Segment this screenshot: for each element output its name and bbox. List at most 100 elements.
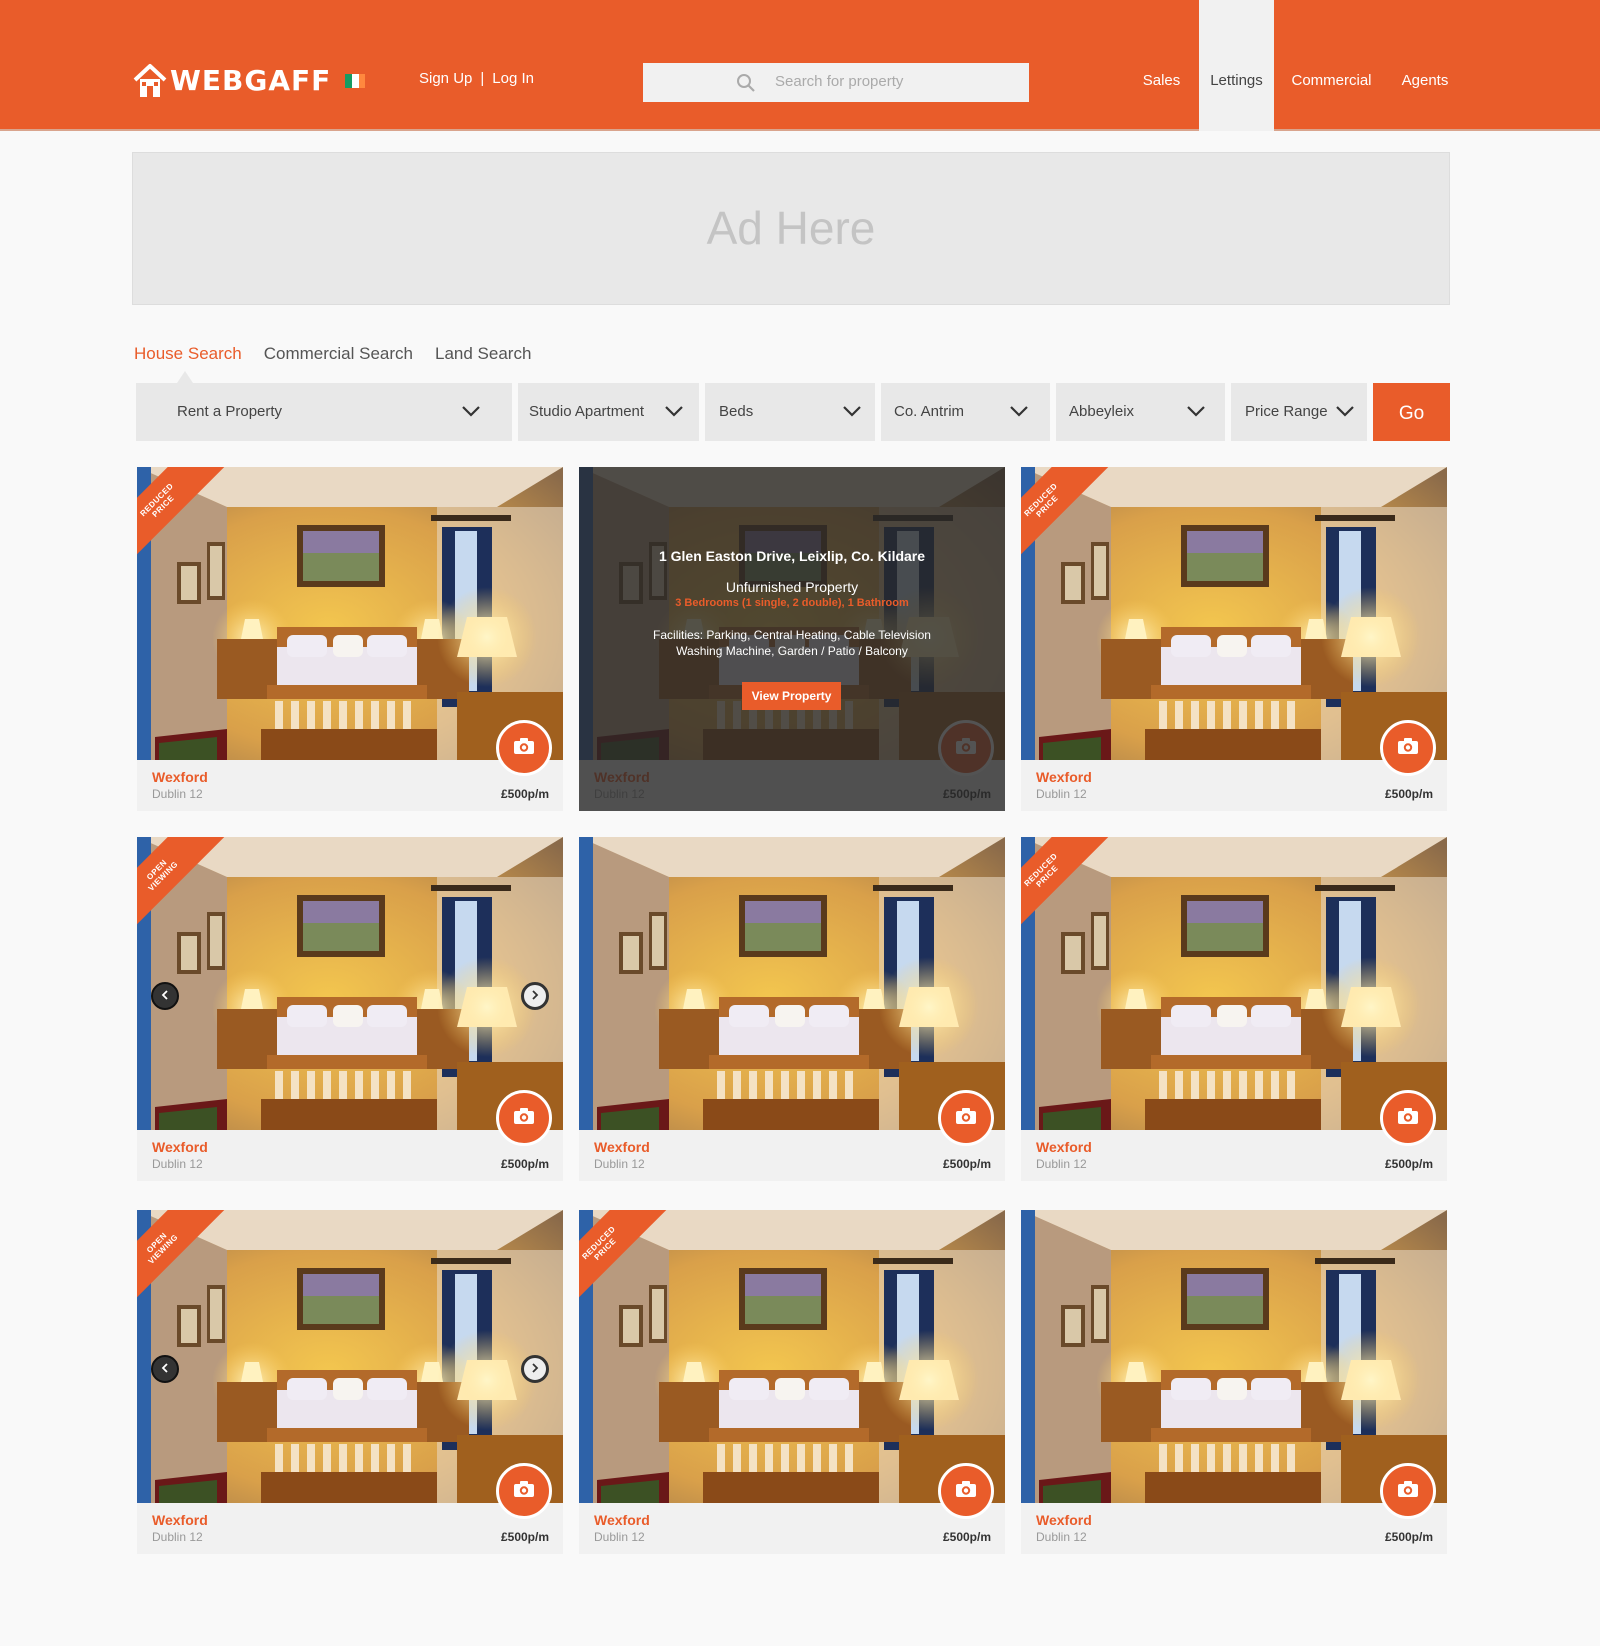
listing-town[interactable]: Wexford xyxy=(152,1512,208,1528)
chevron-down-icon xyxy=(1187,404,1205,417)
mode-value: Rent a Property xyxy=(177,403,283,420)
price-select[interactable]: Price Range xyxy=(1231,383,1367,441)
gallery-button[interactable] xyxy=(496,720,552,776)
listing-photo[interactable] xyxy=(1021,1210,1447,1503)
logo[interactable]: WEBGAFF xyxy=(132,62,366,100)
listing-photo[interactable] xyxy=(137,1210,563,1503)
camera-icon xyxy=(513,737,535,760)
mode-select[interactable]: Rent a Property xyxy=(136,383,512,441)
house-icon xyxy=(132,62,168,100)
listing-town[interactable]: Wexford xyxy=(1036,769,1092,785)
listing-town[interactable]: Wexford xyxy=(152,1139,208,1155)
listing-photo[interactable] xyxy=(137,467,563,760)
gallery-button[interactable] xyxy=(1380,1090,1436,1146)
tab-house-search[interactable]: House Search xyxy=(134,344,242,364)
listing-card[interactable]: REDUCED PRICE Wexford Dublin 12 £500p/m xyxy=(1021,467,1447,811)
listing-photo[interactable] xyxy=(579,1210,1005,1503)
listing-price: £500p/m xyxy=(500,1530,549,1544)
gallery-button[interactable] xyxy=(1380,720,1436,776)
hover-facilities-2: Washing Machine, Garden / Patio / Balcon… xyxy=(676,644,908,658)
chevron-down-icon xyxy=(665,404,683,417)
listing-card[interactable]: Wexford Dublin 12 £500p/m 1 Glen Easton … xyxy=(579,467,1005,811)
chevron-right-icon xyxy=(530,1360,540,1378)
county-value: Co. Antrim xyxy=(894,403,965,420)
beds-select[interactable]: Beds xyxy=(705,383,875,441)
prev-photo-button[interactable] xyxy=(151,1355,179,1383)
chevron-down-icon xyxy=(1336,404,1354,417)
next-photo-button[interactable] xyxy=(521,982,549,1010)
search-tabs: House Search Commercial Search Land Sear… xyxy=(134,344,531,364)
search-icon xyxy=(736,73,756,93)
nav-agents[interactable]: Agents xyxy=(1392,0,1458,131)
listing-town[interactable]: Wexford xyxy=(152,769,208,785)
county-select[interactable]: Co. Antrim xyxy=(881,383,1050,441)
go-button[interactable]: Go xyxy=(1373,383,1450,441)
property-type-value: Studio Apartment xyxy=(529,403,645,420)
tab-land-search[interactable]: Land Search xyxy=(435,344,531,364)
listing-area: Dublin 12 xyxy=(1036,1530,1087,1544)
property-type-select[interactable]: Studio Apartment xyxy=(518,383,699,441)
listing-price: £500p/m xyxy=(500,1157,549,1171)
camera-icon xyxy=(1397,1107,1419,1130)
listing-town[interactable]: Wexford xyxy=(1036,1512,1092,1528)
listing-price: £500p/m xyxy=(500,787,549,801)
listing-price: £500p/m xyxy=(1384,1157,1433,1171)
gallery-button[interactable] xyxy=(938,1090,994,1146)
flag-stripe-white xyxy=(351,74,359,88)
prev-photo-button[interactable] xyxy=(151,982,179,1010)
hover-address: 1 Glen Easton Drive, Leixlip, Co. Kildar… xyxy=(658,548,926,564)
listing-area: Dublin 12 xyxy=(152,1530,203,1544)
bedroom-photo xyxy=(1021,837,1447,1130)
chevron-left-icon xyxy=(160,987,170,1005)
beds-value: Beds xyxy=(719,403,754,420)
listing-card[interactable]: Wexford Dublin 12 £500p/m xyxy=(1021,1210,1447,1554)
listing-info: Wexford Dublin 12 £500p/m xyxy=(137,760,563,811)
listing-town[interactable]: Wexford xyxy=(1036,1139,1092,1155)
view-property-button[interactable]: View Property xyxy=(742,682,841,710)
bedroom-photo xyxy=(137,467,563,760)
bedroom-photo xyxy=(1021,1210,1447,1503)
listing-photo[interactable] xyxy=(1021,837,1447,1130)
next-photo-button[interactable] xyxy=(521,1355,549,1383)
listing-price: £500p/m xyxy=(1384,787,1433,801)
listing-card[interactable]: REDUCED PRICE Wexford Dublin 12 £500p/m xyxy=(137,467,563,811)
bedroom-photo xyxy=(137,837,563,1130)
listing-town[interactable]: Wexford xyxy=(594,1512,650,1528)
listing-card[interactable]: Wexford Dublin 12 £500p/m xyxy=(579,837,1005,1181)
gallery-button[interactable] xyxy=(496,1090,552,1146)
nav-sales[interactable]: Sales xyxy=(1134,0,1189,131)
listing-area: Dublin 12 xyxy=(1036,1157,1087,1171)
camera-icon xyxy=(1397,737,1419,760)
tab-commercial-search[interactable]: Commercial Search xyxy=(264,344,413,364)
log-in-link[interactable]: Log In xyxy=(492,70,534,87)
auth-links: Sign Up | Log In xyxy=(419,70,534,87)
listing-card[interactable]: REDUCED PRICE Wexford Dublin 12 £500p/m xyxy=(1021,837,1447,1181)
bedroom-photo xyxy=(579,837,1005,1130)
listing-town[interactable]: Wexford xyxy=(594,1139,650,1155)
bedroom-photo xyxy=(579,1210,1005,1503)
listing-area: Dublin 12 xyxy=(152,1157,203,1171)
listing-card[interactable]: OPEN VIEWING Wexford Dublin 12 £500p/m xyxy=(137,837,563,1181)
gallery-button[interactable] xyxy=(496,1463,552,1519)
listing-card[interactable]: OPEN VIEWING Wexford Dublin 12 £500p/m xyxy=(137,1210,563,1554)
nav-commercial[interactable]: Commercial xyxy=(1284,0,1379,131)
ad-banner[interactable]: Ad Here xyxy=(132,152,1450,305)
listing-photo[interactable] xyxy=(579,837,1005,1130)
listing-photo[interactable] xyxy=(1021,467,1447,760)
listing-info: Wexford Dublin 12 £500p/m xyxy=(579,1130,1005,1181)
search-input[interactable]: Search for property xyxy=(643,63,1029,102)
listing-info: Wexford Dublin 12 £500p/m xyxy=(1021,1130,1447,1181)
listing-area: Dublin 12 xyxy=(1036,787,1087,801)
gallery-button[interactable] xyxy=(1380,1463,1436,1519)
listing-hover-overlay: 1 Glen Easton Drive, Leixlip, Co. Kildar… xyxy=(579,467,1005,811)
nav-lettings[interactable]: Lettings xyxy=(1199,0,1274,131)
listing-area: Dublin 12 xyxy=(594,1530,645,1544)
listing-info: Wexford Dublin 12 £500p/m xyxy=(137,1503,563,1554)
listing-photo[interactable] xyxy=(137,837,563,1130)
town-select[interactable]: Abbeyleix xyxy=(1056,383,1225,441)
sign-up-link[interactable]: Sign Up xyxy=(419,70,472,87)
listing-card[interactable]: REDUCED PRICE Wexford Dublin 12 £500p/m xyxy=(579,1210,1005,1554)
chevron-down-icon xyxy=(1010,404,1028,417)
gallery-button[interactable] xyxy=(938,1463,994,1519)
listing-info: Wexford Dublin 12 £500p/m xyxy=(579,1503,1005,1554)
